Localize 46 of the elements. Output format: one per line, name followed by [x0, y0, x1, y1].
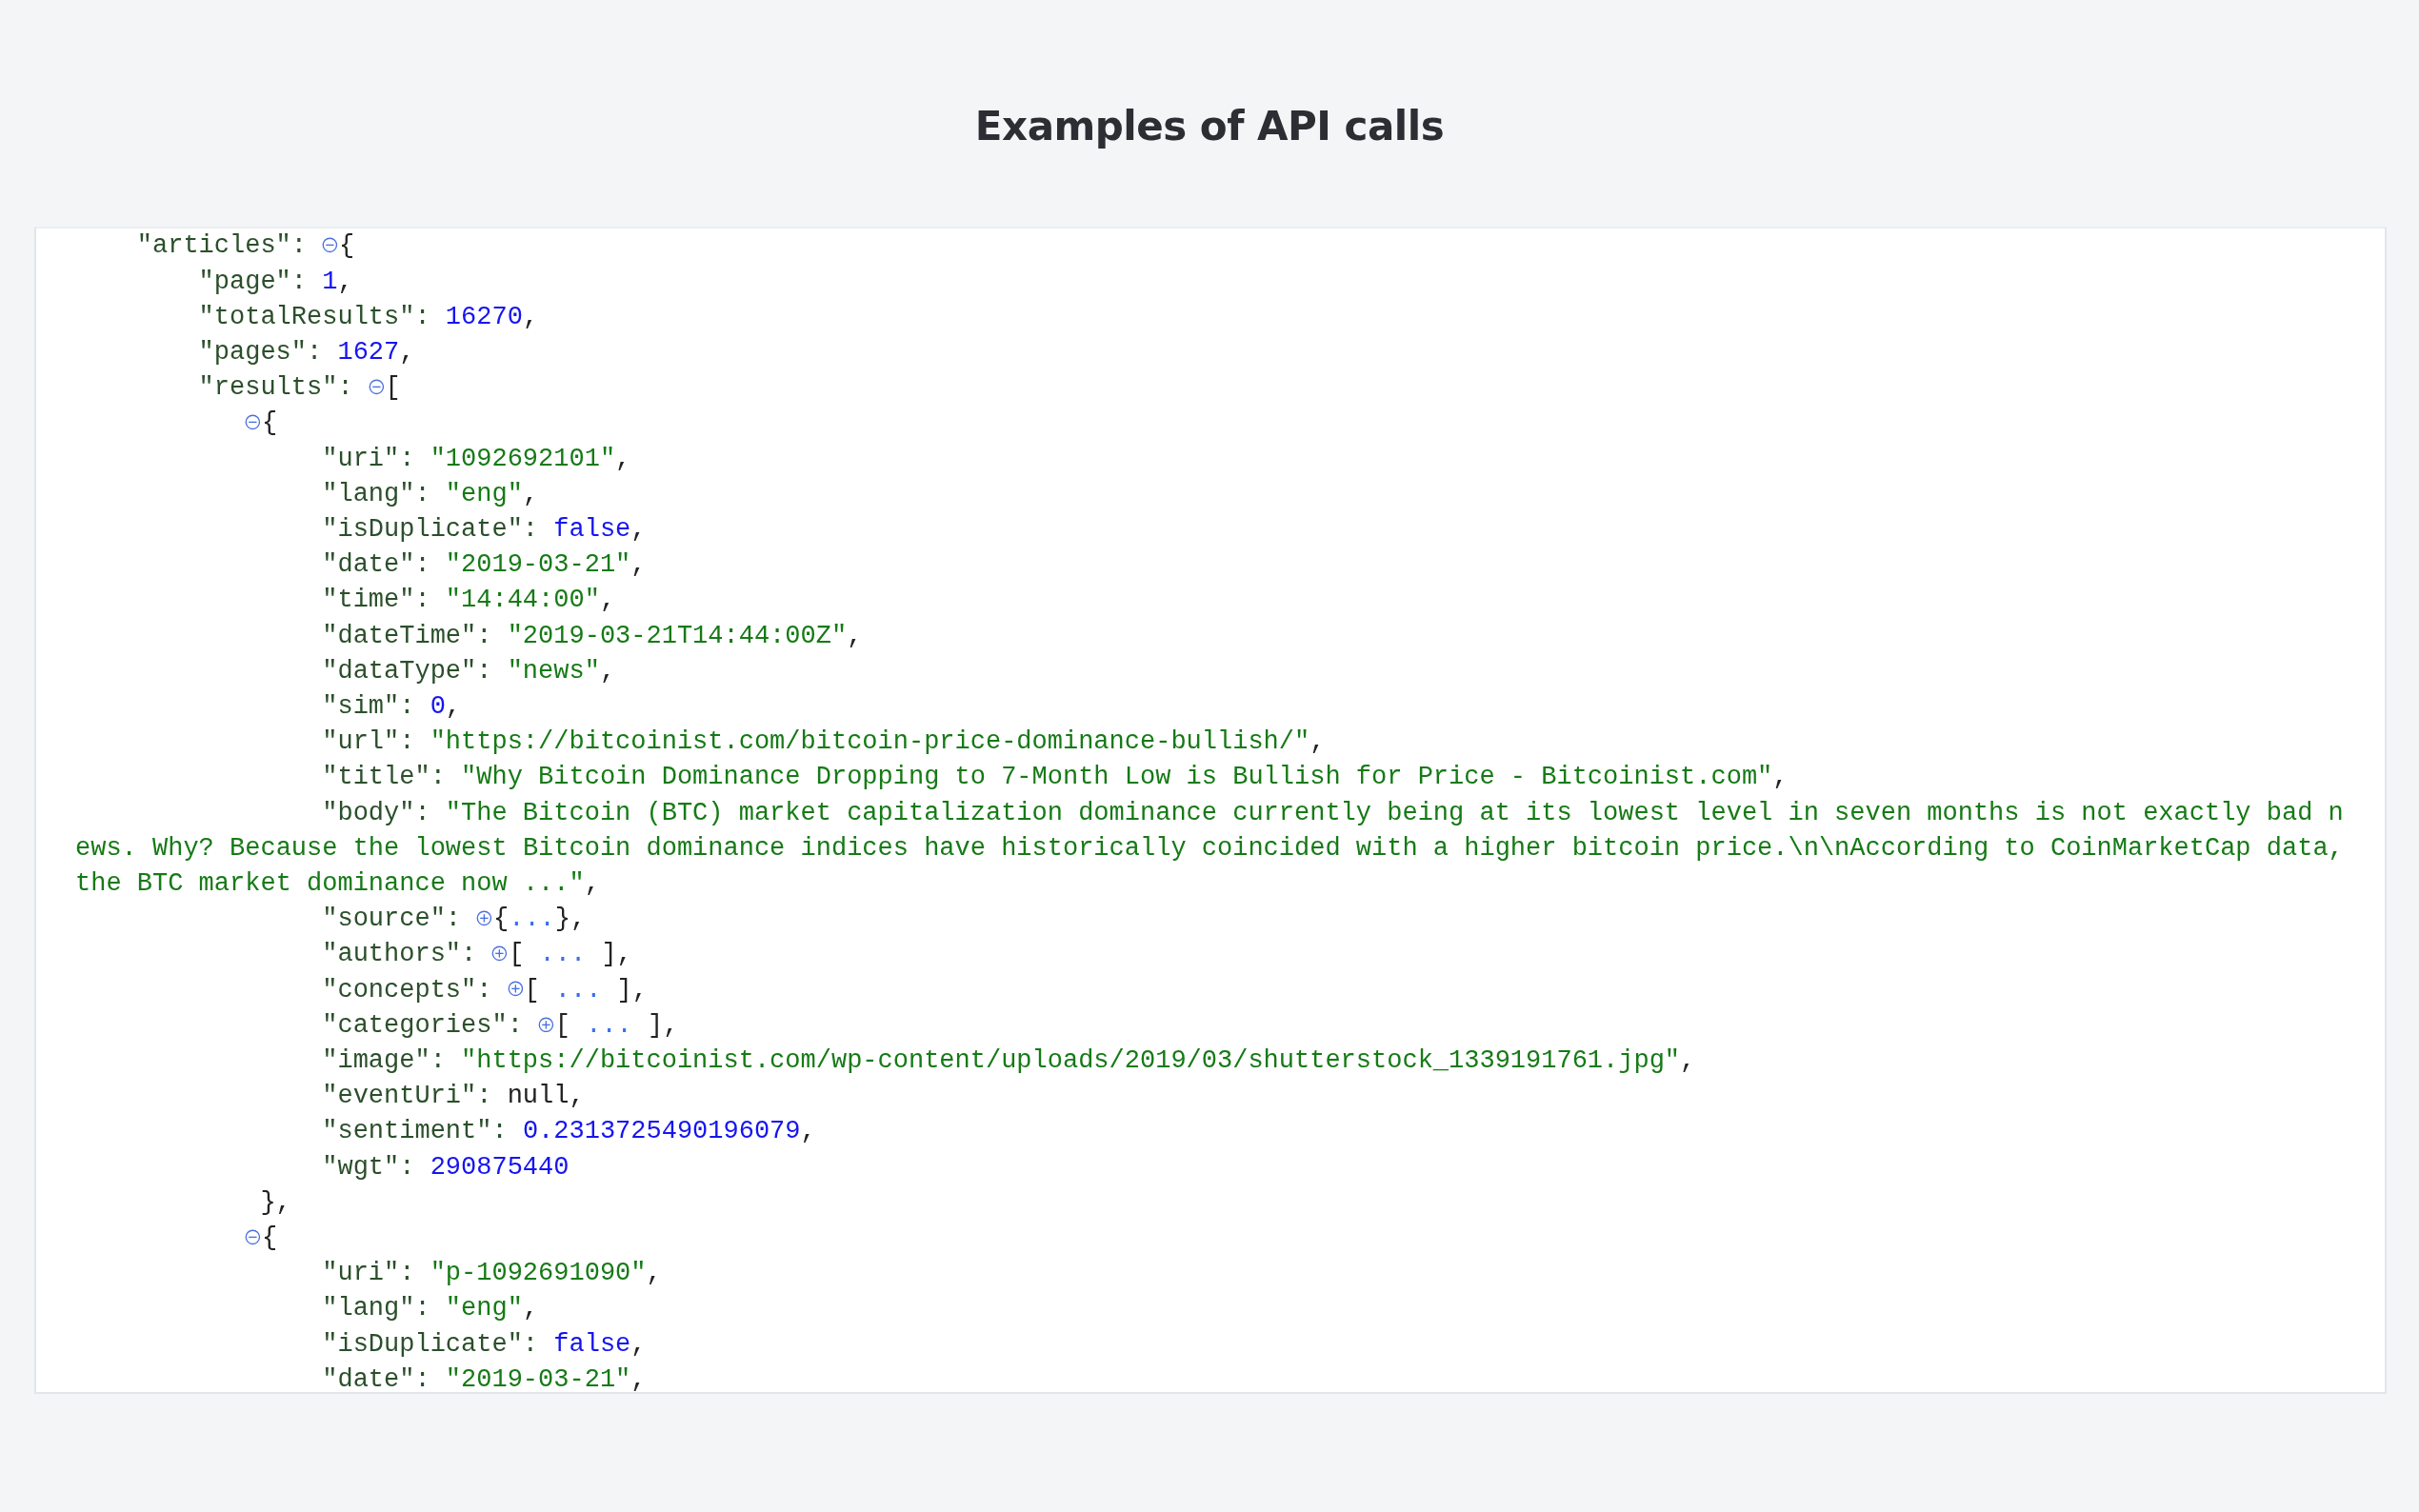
collapse-icon[interactable]	[322, 237, 338, 253]
expand-icon[interactable]	[507, 981, 524, 998]
collapsed-preview[interactable]: {...},	[493, 905, 587, 934]
expand-icon[interactable]	[538, 1016, 554, 1033]
json-entry: "image": "https://bitcoinist.com/wp-content/uploads/2019/03/shutterstock_1339191761.jpg",	[321, 1045, 1697, 1078]
open-bracket: [	[385, 373, 401, 403]
collapse-icon[interactable]	[245, 414, 261, 430]
json-entry: "url": "https://bitcoinist.com/bitcoin-price-dominance-bullish/",	[321, 726, 1327, 759]
json-key: "categories":	[322, 1010, 539, 1040]
collapsed-preview[interactable]: [ ... ],	[524, 975, 649, 1005]
json-key: "concepts":	[322, 975, 508, 1005]
json-key: "authors":	[322, 940, 492, 969]
json-entry: "sentiment": 0.2313725490196079,	[321, 1116, 817, 1148]
json-entry: "date": "2019-03-21",	[321, 549, 648, 582]
expand-icon[interactable]	[491, 945, 509, 962]
json-entry: "lang": "eng",	[321, 478, 540, 510]
close-bracket: },	[260, 1187, 291, 1217]
json-entry: "lang": "eng",	[321, 1293, 540, 1325]
collapse-icon[interactable]	[368, 379, 385, 395]
json-key: "source":	[322, 905, 477, 934]
json-entry: "date": "2019-03-21",	[321, 1363, 648, 1393]
json-key: "articles":	[136, 231, 323, 261]
json-entry: "page": 1,	[197, 266, 354, 298]
json-entry: "time": "14:44:00",	[321, 585, 617, 617]
json-entry: "sim": 0,	[321, 691, 463, 724]
collapsed-preview[interactable]: [ ... ],	[554, 1010, 679, 1040]
open-bracket: {	[261, 408, 278, 438]
json-entry: "body": "The Bitcoin (BTC) market capitalization dominance currently being at its lowest level in seven months is not exactly bad news. Why? Because the lowest Bitcoin dominance indices have historically coincided with a higher bitcoin price.\n\nAccording to CoinMarketCap data, the BTC market dominance now ...",	[75, 797, 2344, 901]
open-bracket: {	[261, 1224, 278, 1253]
open-bracket: {	[338, 231, 355, 261]
collapse-icon[interactable]	[245, 1228, 261, 1245]
json-entry: "uri": "p-1092691090",	[321, 1258, 663, 1290]
json-entry: "title": "Why Bitcoin Dominance Dropping to 7-Month Low is Bullish for Price - Bitcoinist.com",	[321, 762, 1789, 794]
json-entry: "isDuplicate": false,	[321, 514, 648, 546]
json-entry: "dateTime": "2019-03-21T14:44:00Z",	[321, 620, 864, 652]
page-title: Examples of API calls	[973, 103, 1446, 151]
json-entry: "pages": 1627,	[197, 337, 416, 368]
json-entry: "wgt": 290875440	[321, 1151, 570, 1184]
json-entry: "dataType": "news",	[321, 655, 617, 687]
collapsed-preview[interactable]: [ ... ],	[509, 940, 632, 969]
json-entry: "isDuplicate": false,	[321, 1328, 648, 1361]
json-entry: "uri": "1092692101",	[321, 443, 632, 475]
json-key: "results":	[198, 373, 369, 403]
expand-icon[interactable]	[476, 910, 492, 926]
json-entry: "totalResults": 16270,	[197, 301, 540, 333]
json-entry: "eventUri": null,	[321, 1081, 586, 1113]
